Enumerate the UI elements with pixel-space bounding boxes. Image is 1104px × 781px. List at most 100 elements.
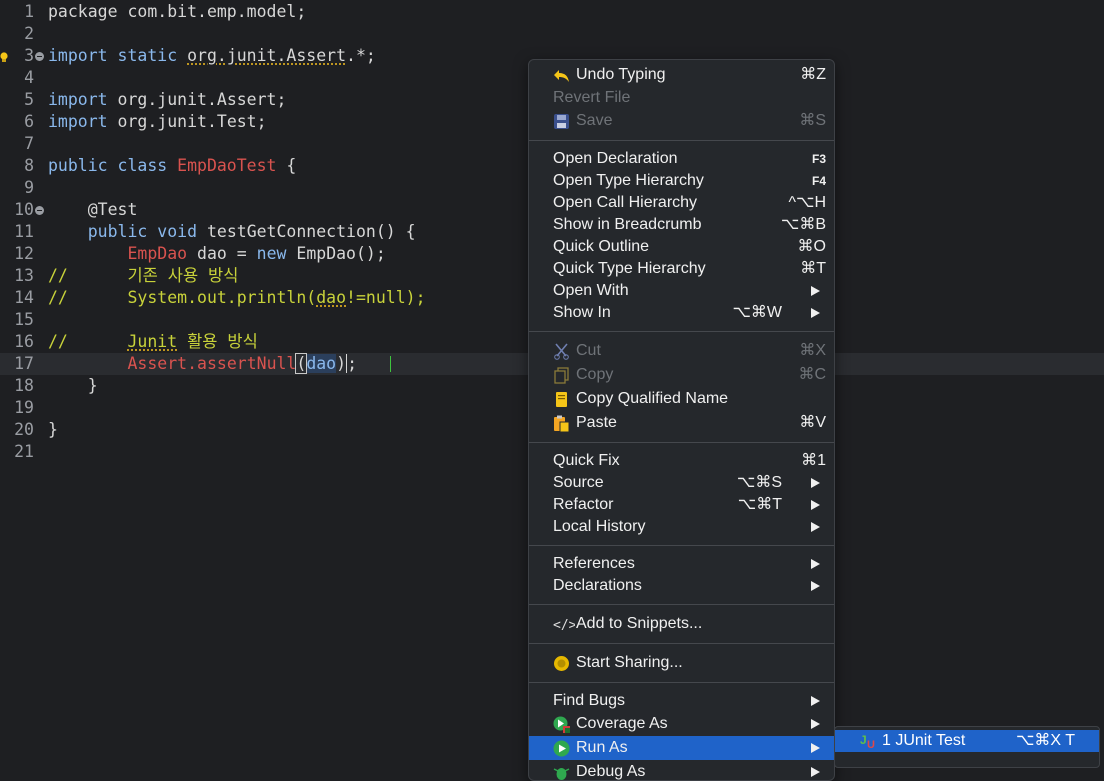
- menu-item-label: Paste: [576, 414, 617, 431]
- menu-item-open-declaration[interactable]: Open Declaration F3: [529, 148, 834, 170]
- code-token: ;: [346, 354, 357, 373]
- menu-item-run-as[interactable]: Run As: [529, 736, 834, 760]
- line-number: 2: [24, 24, 34, 43]
- menu-item-shortcut: ⌘S: [799, 112, 826, 129]
- menu-item-open-with[interactable]: Open With: [529, 280, 834, 302]
- menu-item-open-type-hierarchy[interactable]: Open Type Hierarchy F4: [529, 170, 834, 192]
- menu-item-undo-typing[interactable]: Undo Typing ⌘Z: [529, 63, 834, 87]
- fold-toggle-icon[interactable]: [35, 206, 44, 215]
- menu-item-label: Quick Type Hierarchy: [553, 260, 706, 277]
- code-token: @Test: [48, 200, 138, 219]
- menu-separator: [529, 331, 834, 332]
- menu-item-label: Find Bugs: [553, 692, 626, 709]
- code-token: org.junit.Test;: [117, 112, 267, 131]
- line-number: 15: [14, 310, 34, 329]
- line-number: 18: [14, 376, 34, 395]
- code-text: import org.junit.Assert;: [48, 89, 286, 111]
- run-icon: [553, 740, 570, 757]
- code-token: package com.bit.emp.model;: [48, 2, 307, 21]
- code-token: import: [48, 112, 118, 131]
- code-token: EmpDao: [127, 244, 188, 263]
- menu-item-label: Quick Fix: [553, 452, 620, 469]
- menu-item-references[interactable]: References: [529, 553, 834, 575]
- code-token: ): [336, 354, 347, 373]
- sharing-icon: [553, 655, 570, 672]
- menu-item-label: Source: [553, 474, 604, 491]
- code-token: dao: [306, 354, 337, 373]
- menu-separator: [529, 140, 834, 141]
- menu-item-shortcut: ⌘Z: [800, 66, 826, 83]
- line-number: 16: [14, 332, 34, 351]
- change-marker: [390, 356, 391, 372]
- menu-separator: [529, 442, 834, 443]
- submenu-arrow-icon: [811, 767, 820, 777]
- menu-item-copy-qualified-name[interactable]: Copy Qualified Name: [529, 387, 834, 411]
- code-text: // 기존 사용 방식: [48, 265, 238, 287]
- menu-item-add-to-snippets[interactable]: </> Add to Snippets...: [529, 612, 834, 636]
- menu-item-quick-type-hierarchy[interactable]: Quick Type Hierarchy ⌘T: [529, 258, 834, 280]
- menu-item-source[interactable]: Source ⌥⌘S: [529, 472, 834, 494]
- menu-item-shortcut: ⌥⌘B: [780, 216, 826, 233]
- menu-item-show-in[interactable]: Show In ⌥⌘W: [529, 302, 834, 324]
- menu-separator: [529, 643, 834, 644]
- menu-item-declarations[interactable]: Declarations: [529, 575, 834, 597]
- menu-separator: [529, 682, 834, 683]
- snippet-icon: </>: [553, 616, 577, 633]
- fold-toggle-icon[interactable]: [35, 52, 44, 61]
- submenu-arrow-icon: [811, 719, 820, 729]
- menu-item-paste[interactable]: Paste ⌘V: [529, 411, 834, 435]
- menu-item-label: Open Declaration: [553, 150, 678, 167]
- submenu-item-shortcut: ⌥⌘X T: [1015, 732, 1075, 749]
- debug-icon: [553, 764, 570, 781]
- menu-item-local-history[interactable]: Local History: [529, 516, 834, 538]
- menu-item-shortcut: ⌥⌘W: [732, 304, 782, 321]
- menu-item-coverage-as[interactable]: Coverage As: [529, 712, 834, 736]
- menu-item-show-in-breadcrumb[interactable]: Show in Breadcrumb ⌥⌘B: [529, 214, 834, 236]
- menu-item-shortcut: F3: [811, 152, 826, 166]
- code-token: !=null);: [346, 288, 426, 307]
- menu-item-label: Open Type Hierarchy: [553, 172, 704, 189]
- copy-icon: [553, 366, 570, 384]
- menu-item-find-bugs[interactable]: Find Bugs: [529, 690, 834, 712]
- line-number: 5: [24, 90, 34, 109]
- menu-item-debug-as[interactable]: Debug As: [529, 760, 834, 781]
- submenu-arrow-icon: [811, 478, 820, 488]
- menu-item-start-sharing[interactable]: Start Sharing...: [529, 651, 834, 675]
- line-number: 13: [14, 266, 34, 285]
- menu-item-quick-outline[interactable]: Quick Outline ⌘O: [529, 236, 834, 258]
- code-text: // System.out.println(dao!=null);: [48, 287, 426, 309]
- line-number: 1: [24, 2, 34, 21]
- menu-item-label: Undo Typing: [576, 66, 666, 83]
- code-token: EmpDao();: [296, 244, 386, 263]
- run-as-submenu: J U 1 JUnit Test ⌥⌘X T: [834, 726, 1100, 768]
- submenu-item-junit-test[interactable]: J U 1 JUnit Test ⌥⌘X T: [835, 730, 1099, 752]
- menu-item-copy: Copy ⌘C: [529, 363, 834, 387]
- menu-item-refactor[interactable]: Refactor ⌥⌘T: [529, 494, 834, 516]
- menu-item-open-call-hierarchy[interactable]: Open Call Hierarchy ^⌥H: [529, 192, 834, 214]
- line-number: 4: [24, 68, 34, 87]
- code-line[interactable]: 2: [0, 23, 1104, 45]
- code-token: import static: [48, 46, 188, 65]
- menu-item-revert-file: Revert File: [529, 87, 834, 109]
- code-text: @Test: [48, 199, 138, 221]
- paste-icon: [553, 415, 570, 432]
- code-token: //: [48, 332, 128, 351]
- code-token: public void: [48, 222, 207, 241]
- lightbulb-icon[interactable]: [0, 48, 8, 62]
- line-number: 11: [14, 222, 34, 241]
- code-token: org.junit.Assert: [187, 46, 347, 65]
- menu-item-shortcut: ⌘V: [799, 414, 826, 431]
- menu-item-label: Open With: [553, 282, 629, 299]
- submenu-arrow-icon: [811, 581, 820, 591]
- line-number: 14: [14, 288, 34, 307]
- menu-item-quick-fix[interactable]: Quick Fix ⌘1: [529, 450, 834, 472]
- junit-icon: J U: [859, 732, 877, 751]
- line-number: 7: [24, 134, 34, 153]
- line-number: 6: [24, 112, 34, 131]
- menu-item-shortcut: ⌥⌘T: [737, 496, 782, 513]
- menu-item-label: Quick Outline: [553, 238, 650, 255]
- undo-icon: [553, 67, 570, 84]
- code-line[interactable]: 1 package com.bit.emp.model;: [0, 1, 1104, 23]
